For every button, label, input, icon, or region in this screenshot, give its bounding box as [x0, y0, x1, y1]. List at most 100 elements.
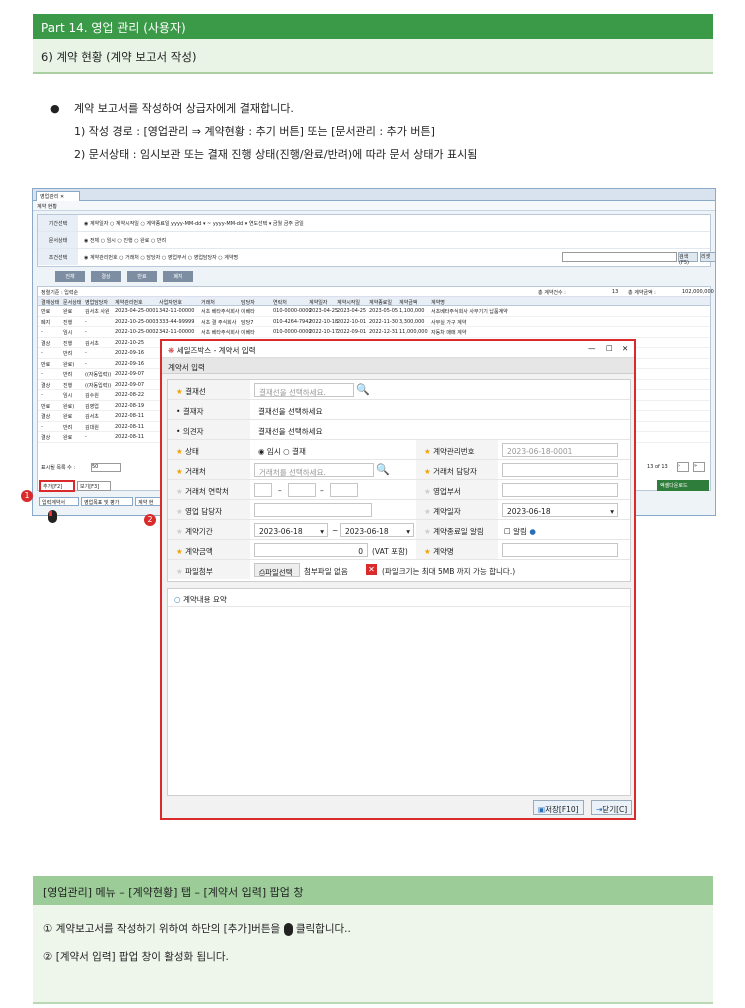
client-search-icon[interactable]: 🔍 — [376, 463, 390, 476]
filter-condition[interactable]: ◉ 계약관리번호 ○ 거래처 ○ 담당자 ○ 영업부서 ○ 영업담당자 ○ 계약… — [84, 254, 238, 261]
table-cell: - — [41, 350, 43, 356]
required-star-icon: ★ — [424, 547, 431, 556]
filter-panel: 기간선택 ◉ 계약일자 ○ 계약시작일 ○ 계약종료일 yyyy-MM-dd ▾ … — [37, 214, 715, 267]
table-cell: 서초 베타주식회사 — [201, 330, 240, 336]
period-end-picker[interactable]: 2023-06-18 ▾ — [340, 523, 414, 537]
state-button-return[interactable]: 반료 — [127, 271, 157, 282]
file-select-button[interactable]: ⎙파일선택 — [254, 563, 300, 577]
table-cell: - — [85, 360, 87, 367]
mgmt-no-label: 계약관리번호 — [433, 447, 475, 456]
step1-text: ① 계약보고서를 작성하기 위하여 하단의 [추가]버튼을 — [43, 923, 281, 935]
table-row[interactable]: 폐지 진행 - 2022-10-25-0003 333-44-99999 서초 결 주식회… — [38, 317, 710, 327]
excel-download-button[interactable]: 엑셀다운로드 — [657, 480, 709, 491]
excel-label: 엑셀다운로드 — [660, 483, 688, 489]
table-cell: 완료) — [63, 403, 75, 410]
tab-sales-label: 영업관리 — [40, 194, 59, 200]
table-cell: 2022-08-19 — [115, 402, 145, 409]
table-column-header[interactable]: 결재상태 — [41, 299, 59, 306]
table-cell: 담당7 — [241, 319, 254, 326]
reset-button[interactable]: 리셋 — [700, 252, 715, 262]
sales-manager-input[interactable] — [254, 503, 372, 517]
table-cell: 김서초 — [85, 340, 99, 347]
phone-part-3[interactable] — [330, 483, 358, 497]
phone-part-2[interactable] — [288, 483, 316, 497]
period-start-picker[interactable]: 2023-06-18 ▾ — [254, 523, 328, 537]
client-manager-input[interactable] — [502, 463, 618, 477]
table-column-header[interactable]: 거래처 — [201, 299, 215, 306]
table-cell: 2022-08-22 — [115, 392, 145, 398]
close-button[interactable]: ⇥닫기[C] — [591, 800, 633, 815]
page-size-label: 표시될 목록 수 : — [41, 465, 76, 471]
table-cell: 완료 — [63, 435, 73, 441]
table-column-header[interactable]: 영업담당자 — [85, 299, 108, 306]
status-label: 상태 — [185, 447, 199, 456]
contract-date-label: 계약일자 — [433, 507, 461, 516]
table-column-header[interactable]: 담당자 — [241, 299, 255, 306]
table-row[interactable]: - 임시 - 2022-10-25-0002 342-11-00000 서초 베타주식회사… — [38, 327, 710, 338]
table-cell: 진행 — [63, 382, 73, 389]
phone-part-1[interactable] — [254, 483, 272, 497]
last-page-button[interactable]: » — [693, 462, 705, 472]
table-column-header[interactable]: 문서상태 — [63, 299, 81, 306]
optional-star-icon: ★ — [176, 527, 183, 536]
state-button-all[interactable]: 전체 — [55, 271, 85, 282]
table-cell: 010-4264-7942 — [273, 318, 312, 325]
table-cell: 2022-10-01 — [337, 318, 367, 325]
minimize-icon[interactable]: — — [588, 344, 596, 353]
alert-checkbox[interactable]: ☐ 알림 ● — [504, 526, 536, 537]
table-cell: 010-0000-0000 — [273, 329, 312, 335]
count-label: 총 계약건수 : — [538, 290, 566, 296]
table-column-header[interactable]: 계약금액 — [399, 299, 417, 306]
filter-status[interactable]: ◉ 전체 ○ 임시 ○ 진행 ○ 완료 ○ 반려 — [84, 237, 166, 244]
add-button[interactable]: 추가[F2] — [39, 480, 75, 492]
state-button-approval[interactable]: 결상 — [91, 271, 121, 282]
table-cell: 결상 — [41, 340, 51, 347]
filter-period[interactable]: ◉ 계약일자 ○ 계약시작일 ○ 계약종료일 yyyy-MM-dd ▾ ~ yy… — [84, 220, 304, 227]
part-header: Part 14. 영업 관리 (사용자) — [33, 14, 713, 39]
table-cell: 결상 — [41, 435, 51, 441]
maximize-icon[interactable]: ☐ — [606, 344, 613, 353]
table-cell: 2022-11-30 — [369, 318, 399, 325]
search-input[interactable] — [562, 252, 677, 262]
view-button[interactable]: 보기[F3] — [77, 481, 111, 491]
summary-textarea[interactable] — [168, 607, 630, 795]
tab-sales[interactable]: 영업관리 ✕ — [36, 191, 80, 201]
contract-date-picker[interactable]: 2023-06-18 ▾ — [502, 503, 618, 517]
close-icon[interactable]: ✕ — [622, 344, 628, 353]
table-column-header[interactable]: 계약일자 — [309, 299, 327, 306]
status-radio[interactable]: ◉ 임시 ○ 결재 — [258, 446, 306, 457]
bullet-list: ● 계약 보고서를 작성하여 상급자에게 결재합니다. 1) 작성 경로 : [… — [50, 97, 477, 166]
approver-search-icon[interactable]: 🔍 — [356, 383, 370, 396]
state-button-discard[interactable]: 폐지 — [163, 271, 193, 282]
table-column-header[interactable]: 연락처 — [273, 299, 287, 306]
table-column-header[interactable]: 사업자번호 — [159, 299, 182, 306]
file-delete-icon[interactable]: ✕ — [366, 564, 377, 575]
table-cell: 이베타 — [241, 309, 255, 315]
filter-label-status: 문서상태 — [38, 232, 78, 248]
table-row[interactable]: 만료 완료 김서초 사원 2023-04-25-0001 342-11-00000 서초 … — [38, 306, 710, 317]
save-label: 저장[F10] — [545, 805, 579, 814]
table-column-header[interactable]: 계약명 — [431, 299, 445, 306]
approver-input[interactable]: 결재선을 선택하세요. — [254, 383, 354, 397]
approver2-label: 결재자 — [182, 407, 204, 416]
next-page-button[interactable]: › — [677, 462, 689, 472]
client-input[interactable]: 거래처를 선택하세요. — [254, 463, 374, 477]
bottom-tab-2[interactable]: 영업목표 및 평가 — [81, 497, 133, 506]
bullet-icon: • — [176, 427, 181, 436]
table-column-header[interactable]: 계약종료일 — [369, 299, 392, 306]
page-size-select[interactable]: 50 — [91, 463, 121, 472]
amount-input[interactable]: 0 — [254, 543, 368, 557]
dropdown-icon: ▾ — [320, 527, 324, 536]
save-button[interactable]: ▣저장[F10] — [533, 800, 584, 815]
table-cell: 2022-10-17 — [309, 329, 339, 335]
table-column-header[interactable]: 계약시작일 — [337, 299, 360, 306]
contract-name-input[interactable] — [502, 543, 618, 557]
bottom-tab-1[interactable]: 입력계약서 — [39, 497, 79, 506]
section-title: 6) 계약 현황 (계약 보고서 작성) — [33, 39, 713, 74]
dept-input[interactable] — [502, 483, 618, 497]
search-button[interactable]: 검색(F5) — [678, 252, 698, 266]
table-cell: 2022-09-16 — [115, 360, 145, 367]
table-cell: 2022-10-25-0002 — [115, 329, 159, 335]
table-column-header[interactable]: 계약관리번호 — [115, 299, 143, 306]
table-cell: 김서초 — [85, 414, 99, 420]
